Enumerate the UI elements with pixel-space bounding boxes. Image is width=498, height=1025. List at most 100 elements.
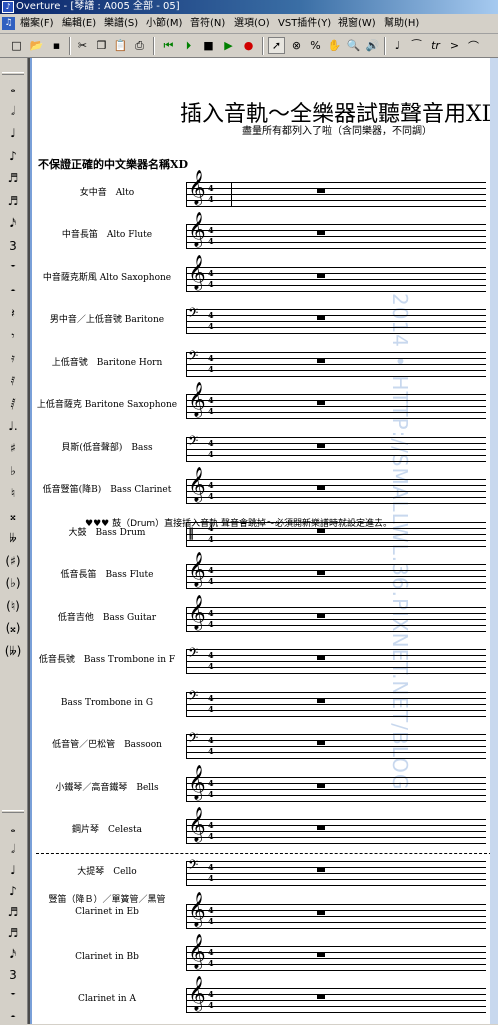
palette-symbol-icon[interactable]: 𝅘𝅥𝅯 <box>3 946 23 962</box>
palette-symbol-icon[interactable]: ♩. <box>3 418 23 434</box>
instrument-name[interactable]: 中音薩克斯風 Alto Saxophone <box>32 272 182 284</box>
open-icon[interactable]: 📂 <box>28 37 45 54</box>
hand-icon[interactable]: ✋ <box>326 37 343 54</box>
palette-symbol-icon[interactable]: 𝄾 <box>3 328 23 344</box>
palette-symbol-icon[interactable]: 3 <box>3 238 23 254</box>
instrument-name[interactable]: 女中音 Alto <box>32 187 182 199</box>
instrument-name[interactable]: Bass Trombone in G <box>32 697 182 709</box>
section-heading[interactable]: 不保證正確的中文樂器名稱XD <box>38 156 188 172</box>
instrument-name[interactable]: 上低音薩克 Baritone Saxophone <box>32 399 182 411</box>
cut-icon[interactable]: ✂ <box>74 37 91 54</box>
palette-symbol-icon[interactable]: (♮) <box>3 598 23 614</box>
instrument-row[interactable]: 上低音號 Baritone Horn 𝄢 4 4 <box>30 344 490 384</box>
play-from-icon[interactable]: ⏵ <box>180 37 197 54</box>
menu-score[interactable]: 樂譜(S) <box>104 15 138 33</box>
instrument-name[interactable]: 豎笛（降Ｂ）／單簧管／黑管 Clarinet in Eb <box>32 894 182 918</box>
whole-rest-icon[interactable] <box>317 359 325 363</box>
instrument-row[interactable]: 鋼片琴 Celesta 𝄞 4 4 <box>30 810 490 851</box>
whole-rest-icon[interactable] <box>317 911 325 915</box>
save-icon[interactable]: ▪ <box>48 37 65 54</box>
whole-rest-icon[interactable] <box>317 826 325 830</box>
palette-symbol-icon[interactable]: 𝄻 <box>3 988 23 1004</box>
quarter-note-icon[interactable]: ♩ <box>389 37 406 54</box>
instrument-row[interactable]: Clarinet in Bb 𝄞 4 4 <box>30 937 490 978</box>
instrument-name[interactable]: 大提琴 Cello <box>32 866 182 878</box>
palette-symbol-icon[interactable]: ♭ <box>3 463 23 479</box>
instrument-name[interactable]: 男中音／上低音號 Baritone <box>32 314 182 326</box>
instrument-row[interactable]: 小鐵琴／高音鐵琴 Bells 𝄞 4 4 <box>30 768 490 809</box>
new-icon[interactable]: □ <box>8 37 25 54</box>
instrument-name[interactable]: 低音豎笛(降B) Bass Clarinet <box>32 484 182 496</box>
palette-symbol-icon[interactable]: (𝄪) <box>3 620 23 636</box>
instrument-row[interactable]: Clarinet in A 𝄞 4 4 <box>30 979 490 1020</box>
instrument-row[interactable]: 大提琴 Cello 𝄢 4 4 <box>30 853 490 893</box>
paste-icon[interactable]: 📋 <box>112 37 129 54</box>
instrument-row[interactable]: 上低音薩克 Baritone Saxophone 𝄞 4 4 <box>30 385 490 426</box>
palette-symbol-icon[interactable]: 𝅁 <box>3 395 23 411</box>
whole-rest-icon[interactable] <box>317 274 325 278</box>
speaker-icon[interactable]: 🔊 <box>364 37 381 54</box>
instrument-row[interactable]: 豎笛（降Ｂ）／單簧管／黑管 Clarinet in Eb 𝄞 4 4 <box>30 894 490 936</box>
instrument-row[interactable]: 低音長笛 Bass Flute 𝄞 4 4 <box>30 555 490 596</box>
staff[interactable]: 𝄞 4 4 <box>186 173 486 207</box>
palette-symbol-icon[interactable]: 𝄫 <box>3 530 23 546</box>
overture-app-icon[interactable]: ♪ <box>2 1 14 13</box>
instrument-row[interactable]: 中音長笛 Alto Flute 𝄞 4 4 <box>30 215 490 256</box>
play-icon[interactable]: ▶ <box>220 37 237 54</box>
whole-rest-icon[interactable] <box>317 444 325 448</box>
palette-symbol-icon[interactable]: (𝄫) <box>3 643 23 659</box>
staff[interactable]: 𝄞 4 4 <box>186 937 486 971</box>
staff[interactable]: 𝄞 4 4 <box>186 768 486 802</box>
instrument-row[interactable]: 中音薩克斯風 Alto Saxophone 𝄞 4 4 <box>30 258 490 299</box>
instrument-name[interactable]: 低音長號 Bass Trombone in F <box>32 654 182 666</box>
staff[interactable]: 𝄢 4 4 <box>186 732 486 759</box>
score-subtitle[interactable]: 盡量所有都列入了啦（含同樂器，不同調） <box>220 122 432 137</box>
whole-rest-icon[interactable] <box>317 529 325 533</box>
staff[interactable]: 𝄞 4 4 <box>186 470 486 504</box>
instrument-name[interactable]: 小鐵琴／高音鐵琴 Bells <box>32 782 182 794</box>
instrument-row[interactable]: Bass Trombone in G 𝄢 4 4 <box>30 684 490 724</box>
whole-rest-icon[interactable] <box>317 571 325 575</box>
palette-symbol-icon[interactable]: ♪ <box>3 883 23 899</box>
palette-symbol-icon[interactable]: 𝅗𝅥 <box>3 841 23 857</box>
palette-grip[interactable] <box>2 810 24 813</box>
arrow-pointer-icon[interactable]: ➚ <box>268 37 285 54</box>
instrument-name[interactable]: Clarinet in A <box>32 993 182 1005</box>
palette-symbol-icon[interactable]: 𝄼 <box>3 1009 23 1025</box>
palette-symbol-icon[interactable]: ♮ <box>3 485 23 501</box>
staff[interactable]: 𝄢 4 4 <box>186 690 486 717</box>
staff[interactable]: 𝄞 4 4 <box>186 598 486 632</box>
staff[interactable]: 𝄢 4 4 <box>186 647 486 674</box>
palette-symbol-icon[interactable]: ♬ <box>3 925 23 941</box>
instrument-name[interactable]: 上低音號 Baritone Horn <box>32 357 182 369</box>
instrument-row[interactable]: 低音豎笛(降B) Bass Clarinet 𝄞 4 4 <box>30 470 490 511</box>
document-icon[interactable]: ♫ <box>2 17 15 30</box>
staff[interactable]: 𝄞 4 4 <box>186 895 486 929</box>
menu-help[interactable]: 幫助(H) <box>384 15 419 33</box>
menu-note[interactable]: 音符(N) <box>190 15 225 33</box>
palette-symbol-icon[interactable]: 𝅀 <box>3 373 23 389</box>
palette-symbol-icon[interactable]: 𝄼 <box>3 283 23 299</box>
palette-grip[interactable] <box>2 72 24 75</box>
percent-icon[interactable]: % <box>307 37 324 54</box>
staff[interactable]: 𝄞 4 4 <box>186 810 486 844</box>
slur-icon[interactable]: ⌒ <box>465 37 482 54</box>
instrument-name[interactable]: 大鼓 Bass Drum <box>32 527 182 539</box>
palette-symbol-icon[interactable]: 𝄽 <box>3 305 23 321</box>
palette-symbol-icon[interactable]: 𝄻 <box>3 260 23 276</box>
staff[interactable]: 𝄢 4 4 <box>186 859 486 886</box>
menu-options[interactable]: 選項(O) <box>234 15 270 33</box>
whole-rest-icon[interactable] <box>317 189 325 193</box>
staff[interactable]: 𝄢 4 4 <box>186 307 486 334</box>
trill-icon[interactable]: tr <box>427 37 444 54</box>
staff[interactable]: 𝄞 4 4 <box>186 979 486 1013</box>
instrument-name[interactable]: 中音長笛 Alto Flute <box>32 229 182 241</box>
instrument-row[interactable]: 低音長號 Bass Trombone in F 𝄢 4 4 <box>30 641 490 681</box>
menu-window[interactable]: 視窗(W) <box>338 15 376 33</box>
palette-symbol-icon[interactable]: ♩ <box>3 125 23 141</box>
rewind-start-icon[interactable]: ⏮ <box>160 37 177 54</box>
staff[interactable]: 𝄞 4 4 <box>186 555 486 589</box>
instrument-name[interactable]: 貝斯(低音聲部) Bass <box>32 442 182 454</box>
score-page[interactable]: 2014 • HTTP://SMALLWL.36.PIXNET.NET/BLOG… <box>28 58 490 1024</box>
whole-rest-icon[interactable] <box>317 401 325 405</box>
